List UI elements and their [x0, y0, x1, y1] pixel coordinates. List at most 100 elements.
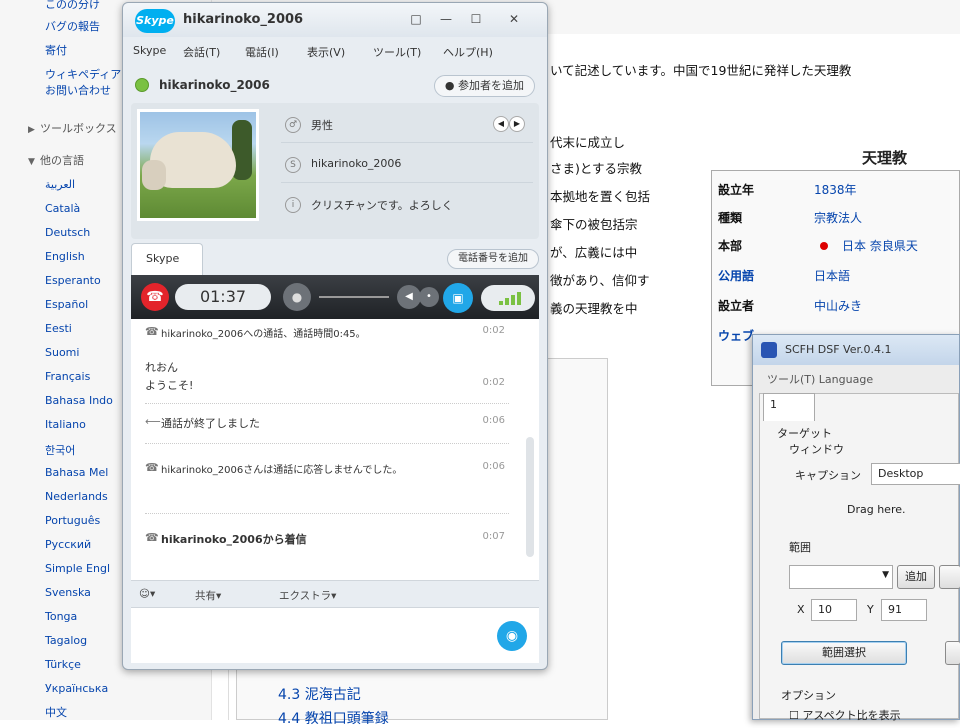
incoming-call-icon: ☎	[145, 531, 159, 544]
side-button[interactable]	[945, 641, 960, 665]
menu-skype[interactable]: Skype	[133, 44, 166, 57]
sidebar-link[interactable]: このの分け	[45, 0, 100, 12]
microphone-icon[interactable]: ●	[283, 283, 311, 311]
language-link[interactable]: Svenska	[45, 586, 91, 599]
sender-name: れおん	[145, 361, 178, 374]
language-link[interactable]: Русский	[45, 538, 91, 551]
language-link[interactable]: Español	[45, 298, 88, 311]
language-link[interactable]: Português	[45, 514, 100, 527]
language-link[interactable]: Català	[45, 202, 80, 215]
call-timer: 01:37	[175, 284, 271, 310]
add-range-button[interactable]: 追加	[897, 565, 935, 589]
info-icon: i	[285, 197, 301, 213]
menu-tools[interactable]: ツール(T)	[373, 44, 421, 60]
emoticon-button[interactable]: ☺▾	[139, 588, 155, 600]
send-icon[interactable]: ◉	[497, 621, 527, 651]
signal-bar	[517, 292, 521, 305]
layout-tab[interactable]: 1	[763, 393, 815, 421]
language-link[interactable]: Bahasa Indo	[45, 394, 113, 407]
sidebar-link[interactable]: バグの報告	[45, 18, 100, 34]
caption-field[interactable]: Desktop	[871, 463, 960, 485]
languages-section[interactable]: ▼ 他の言語	[28, 152, 84, 168]
dialpad-icon[interactable]: •	[419, 287, 439, 307]
minimize-button[interactable]: —	[433, 9, 459, 29]
language-link[interactable]: Esperanto	[45, 274, 101, 287]
toc-item[interactable]: 4.3 泥海古記	[278, 684, 361, 704]
language-link[interactable]: Tagalog	[45, 634, 87, 647]
menu-call[interactable]: 電話(I)	[245, 44, 279, 60]
sidebar-link[interactable]: 寄付	[45, 42, 67, 58]
next-arrow-icon[interactable]: ▶	[509, 116, 525, 132]
video-icon[interactable]: ▣	[443, 283, 473, 313]
dropdown-arrow-icon: ▼	[882, 570, 889, 580]
infobox-key[interactable]: 公用語	[718, 267, 814, 284]
language-link[interactable]: Italiano	[45, 418, 86, 431]
language-link[interactable]: 中文	[45, 704, 67, 720]
skype-window: Skype hikarinoko_2006 □ — ☐ ✕ Skype 会話(T…	[122, 2, 548, 670]
infobox-value[interactable]: 日本語	[814, 269, 850, 283]
aspect-checkbox[interactable]: ☐ アスペクト比を表示	[789, 707, 901, 723]
language-link[interactable]: Українська	[45, 682, 108, 695]
profile-nav: ◀ ▶	[493, 115, 525, 132]
contact-avatar	[137, 109, 259, 221]
sidebar-link[interactable]: お問い合わせ	[45, 82, 111, 98]
skype-titlebar[interactable]: Skype hikarinoko_2006 □ — ☐ ✕	[123, 3, 547, 37]
scfh-menubar[interactable]: ツール(T) Language	[767, 371, 873, 387]
y-input[interactable]: 91	[881, 599, 927, 621]
article-text: 本拠地を置く包括	[550, 189, 651, 204]
toc-item[interactable]: 4.4 教祖口頭筆録	[278, 708, 389, 728]
x-input[interactable]: 10	[811, 599, 857, 621]
language-link[interactable]: Simple Engl	[45, 562, 110, 575]
infobox-value[interactable]: 宗教法人	[814, 211, 862, 225]
japan-flag-icon	[820, 242, 828, 250]
extra-range-button[interactable]	[939, 565, 960, 589]
compact-view-button[interactable]: □	[403, 9, 429, 29]
menu-conversation[interactable]: 会話(T)	[183, 44, 220, 60]
range-select[interactable]: ▼	[789, 565, 893, 589]
language-link[interactable]: Eesti	[45, 322, 72, 335]
drag-target[interactable]: Drag here.	[847, 503, 906, 516]
scfh-titlebar[interactable]: SCFH DSF Ver.0.4.1	[753, 335, 959, 365]
message-time: 0:07	[482, 531, 505, 542]
language-link[interactable]: Suomi	[45, 346, 79, 359]
volume-slider[interactable]	[319, 296, 389, 298]
share-button[interactable]: 共有▾	[195, 588, 221, 603]
language-link[interactable]: Türkçe	[45, 658, 81, 671]
toolbox-section[interactable]: ▶ ツールボックス	[28, 120, 117, 136]
infobox-value[interactable]: 日本 奈良県天	[842, 239, 918, 253]
language-link[interactable]: 한국어	[45, 442, 75, 458]
scrollbar-thumb[interactable]	[526, 437, 534, 557]
language-link[interactable]: العربية	[45, 178, 75, 191]
infobox-value[interactable]: 1838年	[814, 183, 857, 197]
mood-message: クリスチャンです。よろしく	[311, 199, 453, 212]
message-text: hikarinoko_2006さんは通話に応答しませんでした。	[161, 465, 403, 476]
message-text: hikarinoko_2006への通話、通話時間0:45。	[161, 329, 366, 340]
menu-help[interactable]: ヘルプ(H)	[443, 44, 493, 60]
message-input[interactable]: ◉	[131, 607, 539, 663]
chat-history[interactable]: ☎ hikarinoko_2006への通話、通話時間0:45。 0:02 れおん…	[131, 319, 539, 581]
menu-view[interactable]: 表示(V)	[307, 44, 345, 60]
language-link[interactable]: Nederlands	[45, 490, 108, 503]
add-phone-button[interactable]: 電話番号を追加	[447, 249, 539, 269]
sidebar-link[interactable]: ウィキペディアに	[45, 66, 132, 82]
tab-skype[interactable]: Skype	[131, 243, 203, 275]
close-button[interactable]: ✕	[501, 9, 527, 29]
maximize-button[interactable]: ☐	[463, 9, 489, 29]
select-range-button[interactable]: 範囲選択	[781, 641, 907, 665]
chat-scrollbar[interactable]	[525, 325, 535, 565]
hangup-icon[interactable]: ☎	[141, 283, 169, 311]
prev-arrow-icon[interactable]: ◀	[493, 116, 509, 132]
add-participant-button[interactable]: ● 参加者を追加	[433, 75, 535, 97]
gender-icon: ♂	[285, 117, 301, 133]
skype-logo-icon: Skype	[135, 9, 175, 33]
language-link[interactable]: Deutsch	[45, 226, 90, 239]
speaker-icon[interactable]: ◀	[397, 285, 421, 309]
extras-button[interactable]: エクストラ▾	[279, 588, 336, 603]
missed-call-icon: ☎	[145, 461, 159, 474]
language-link[interactable]: Tonga	[45, 610, 77, 623]
language-link[interactable]: Bahasa Mel	[45, 466, 108, 479]
infobox-value[interactable]: 中山みき	[814, 299, 862, 313]
language-link[interactable]: English	[45, 250, 85, 263]
call-quality-icon[interactable]	[481, 285, 535, 311]
language-link[interactable]: Français	[45, 370, 90, 383]
